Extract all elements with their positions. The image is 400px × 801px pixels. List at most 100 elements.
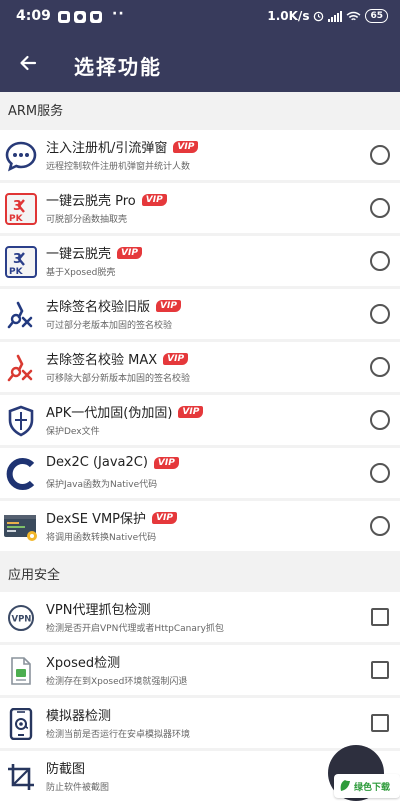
option-description: 检测存在到Xposed环境就强制闪退 <box>46 677 188 687</box>
back-button[interactable] <box>12 47 44 79</box>
option-title-text: 注入注册机/引流弹窗 <box>46 141 168 156</box>
option-title-text: 防截图 <box>46 762 86 777</box>
status-bar: 4:09 ·· 1.0K/s 65 <box>0 0 400 34</box>
option-title-text: 一键云脱壳 Pro <box>46 194 136 209</box>
option-row-emulator-detect[interactable]: 模拟器检测 检测当前是否运行在安卓模拟器环境 <box>0 698 400 748</box>
option-description: 检测当前是否运行在安卓模拟器环境 <box>46 730 191 740</box>
svg-text:VPN: VPN <box>12 615 32 625</box>
option-radio[interactable] <box>370 145 390 165</box>
option-title: 一键云脱壳 VIP <box>46 243 142 262</box>
option-row-remove-signature-old[interactable]: 去除签名校验旧版 VIP 可过部分老版本加固的签名校验 <box>0 289 400 339</box>
unpack-icon: 3 PK <box>3 244 39 280</box>
crop-icon <box>3 759 39 795</box>
document-icon <box>3 653 39 689</box>
option-title: 注入注册机/引流弹窗 VIP <box>46 137 199 156</box>
option-title-text: 去除签名校验旧版 <box>46 300 151 315</box>
pen-tool-red-icon <box>3 350 39 386</box>
option-row-xposed-detect[interactable]: Xposed检测 检测存在到Xposed环境就强制闪退 <box>0 645 400 695</box>
option-checkbox[interactable] <box>371 608 389 626</box>
watermark-badge: 绿色下载 <box>334 774 400 798</box>
vip-badge: VIP <box>141 193 167 206</box>
option-row-unpack-pro[interactable]: 3 PK 一键云脱壳 Pro VIP 可脱部分函数抽取壳 <box>0 183 400 233</box>
vip-badge: VIP <box>156 299 181 312</box>
svg-text:PK: PK <box>9 214 24 224</box>
option-title-text: VPN代理抓包检测 <box>46 603 151 618</box>
option-radio[interactable] <box>370 304 390 324</box>
option-title-text: 一键云脱壳 <box>46 247 112 262</box>
option-radio[interactable] <box>370 516 390 536</box>
vip-badge: VIP <box>163 352 189 365</box>
option-title-text: Xposed检测 <box>46 656 121 671</box>
option-radio[interactable] <box>370 198 390 218</box>
option-row-dexse-vmp[interactable]: DexSE VMP保护 VIP 将调用函数转换Native代码 <box>0 501 400 551</box>
option-description: 保护Dex文件 <box>46 427 100 437</box>
option-title-text: 模拟器检测 <box>46 709 112 724</box>
vip-badge: VIP <box>153 456 179 469</box>
option-title-text: Dex2C (Java2C) <box>46 455 148 470</box>
pen-tool-icon <box>3 297 39 333</box>
option-title: 去除签名校验 MAX VIP <box>46 349 189 368</box>
letter-c-icon <box>3 456 39 492</box>
option-title-text: APK一代加固(伪加固) <box>46 406 173 421</box>
vpn-icon: VPN <box>3 600 39 636</box>
option-title: VPN代理抓包检测 <box>46 599 150 618</box>
shield-icon <box>3 403 39 439</box>
page-title: 选择功能 <box>74 55 162 79</box>
option-title: Xposed检测 <box>46 652 120 671</box>
back-arrow-icon <box>20 55 37 71</box>
option-description: 保护Java函数为Native代码 <box>46 480 158 490</box>
notification-app-icon <box>58 11 70 23</box>
phone-at-icon <box>3 706 39 742</box>
option-title: 防截图 <box>46 758 85 777</box>
section-header-arm: ARM服务 <box>8 103 64 119</box>
option-row-apk-hardening[interactable]: APK一代加固(伪加固) VIP 保护Dex文件 <box>0 395 400 445</box>
option-title: 模拟器检测 <box>46 705 111 724</box>
code-screen-icon <box>3 509 39 545</box>
option-description: 将调用函数转换Native代码 <box>46 533 157 543</box>
vip-badge: VIP <box>152 511 177 524</box>
option-radio[interactable] <box>370 251 390 271</box>
svg-text:PK: PK <box>9 267 24 277</box>
option-row-unpack[interactable]: 3 PK 一键云脱壳 VIP 基于Xposed脱壳 <box>0 236 400 286</box>
option-row-register-popup[interactable]: 注入注册机/引流弹窗 VIP 远程控制软件注册机弹窗并统计人数 <box>0 130 400 180</box>
option-title: 去除签名校验旧版 VIP <box>46 296 181 315</box>
app-toolbar: 选择功能 <box>0 34 400 92</box>
option-checkbox[interactable] <box>371 714 389 732</box>
vip-badge: VIP <box>117 246 142 259</box>
option-row-vpn-detect[interactable]: VPN VPN代理抓包检测 检测是否开启VPN代理或者HttpCanary抓包 <box>0 592 400 642</box>
vip-badge: VIP <box>173 140 199 153</box>
section-header-app-security: 应用安全 <box>8 567 61 583</box>
option-title: Dex2C (Java2C) VIP <box>46 455 179 470</box>
signal-icon <box>328 10 343 22</box>
option-title-text: DexSE VMP保护 <box>46 512 147 527</box>
net-speed: 1.0K/s <box>267 9 310 23</box>
chat-bubble-icon <box>3 138 39 174</box>
option-row-dex2c[interactable]: Dex2C (Java2C) VIP 保护Java函数为Native代码 <box>0 448 400 498</box>
option-description: 防止软件被截图 <box>46 783 110 793</box>
option-description: 检测是否开启VPN代理或者HttpCanary抓包 <box>46 624 224 634</box>
option-title: APK一代加固(伪加固) VIP <box>46 402 204 421</box>
option-radio[interactable] <box>370 357 390 377</box>
watermark-text: 绿色下载 <box>354 782 391 793</box>
option-title: 一键云脱壳 Pro VIP <box>46 190 167 209</box>
option-description: 可过部分老版本加固的签名校验 <box>46 321 173 331</box>
option-radio[interactable] <box>370 410 390 430</box>
option-title-text: 去除签名校验 MAX <box>46 353 158 368</box>
option-description: 可移除大部分新版本加固的签名校验 <box>46 374 191 384</box>
unpack-pro-icon: 3 PK <box>3 191 39 227</box>
notification-app-icon <box>74 11 86 23</box>
option-description: 基于Xposed脱壳 <box>46 268 116 278</box>
status-right: 1.0K/s 65 <box>267 9 388 23</box>
option-title: DexSE VMP保护 VIP <box>46 508 177 527</box>
vip-badge: VIP <box>178 405 204 418</box>
option-checkbox[interactable] <box>371 661 389 679</box>
notification-app-icon <box>90 11 102 23</box>
notification-icons <box>58 11 102 23</box>
alarm-icon <box>314 11 324 21</box>
option-description: 远程控制软件注册机弹窗并统计人数 <box>46 162 191 172</box>
option-row-remove-signature-max[interactable]: 去除签名校验 MAX VIP 可移除大部分新版本加固的签名校验 <box>0 342 400 392</box>
status-time: 4:09 <box>16 8 51 24</box>
option-radio[interactable] <box>370 463 390 483</box>
wifi-icon <box>347 11 361 20</box>
more-notifications-icon: ·· <box>112 6 125 22</box>
